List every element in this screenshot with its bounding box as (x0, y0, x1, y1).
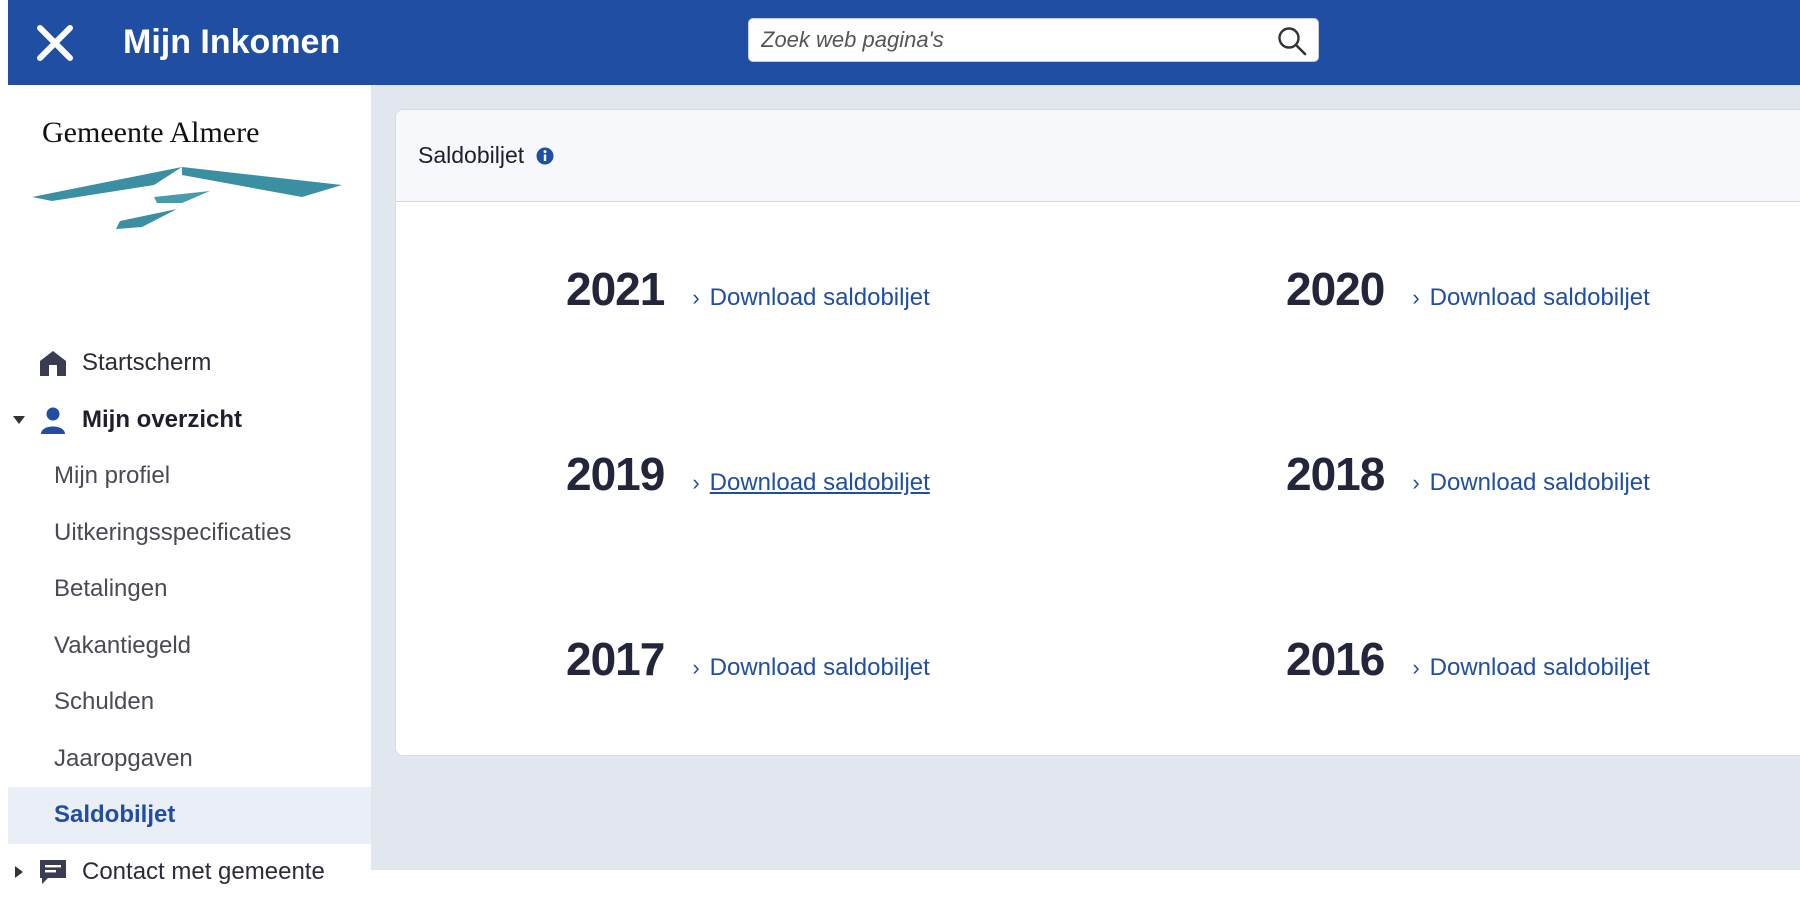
year-label: 2020 (1286, 262, 1384, 316)
year-label: 2017 (566, 632, 664, 686)
sidebar-item-label: Contact met gemeente (82, 858, 325, 886)
sidebar-item-vakantiegeld[interactable]: Vakantiegeld (8, 618, 371, 675)
user-icon (38, 405, 68, 435)
main-content: Saldobiljet 2021 › Download saldobiljet … (371, 85, 1800, 870)
year-label: 2018 (1286, 447, 1384, 501)
year-cell-2020: 2020 › Download saldobiljet (1286, 262, 1650, 316)
sidebar-item-jaaropgaven[interactable]: Jaaropgaven (8, 731, 371, 788)
year-label: 2021 (566, 262, 664, 316)
sidebar-item-label: Mijn profiel (54, 462, 170, 490)
sidebar-item-label: Mijn overzicht (82, 406, 242, 434)
sidebar-item-label: Saldobiljet (54, 801, 175, 829)
year-label: 2019 (566, 447, 664, 501)
year-cell-2017: 2017 › Download saldobiljet (566, 632, 930, 686)
year-cell-2018: 2018 › Download saldobiljet (1286, 447, 1650, 501)
caret-right-icon[interactable] (12, 865, 26, 879)
sidebar-item-betalingen[interactable]: Betalingen (8, 561, 371, 618)
chevron-right-icon: › (1412, 470, 1419, 496)
sidebar-item-startscherm[interactable]: Startscherm (8, 335, 371, 392)
search-icon[interactable] (1276, 25, 1308, 57)
card-title: Saldobiljet (418, 142, 524, 169)
close-icon[interactable] (32, 20, 78, 66)
sidebar-item-saldobiljet[interactable]: Saldobiljet (8, 787, 371, 844)
search-input[interactable] (749, 19, 1269, 61)
card-header: Saldobiljet (396, 110, 1800, 202)
saldobiljet-card: Saldobiljet 2021 › Download saldobiljet … (395, 109, 1800, 756)
sidebar-item-label: Schulden (54, 688, 154, 716)
search-box (748, 18, 1319, 62)
year-cell-2021: 2021 › Download saldobiljet (566, 262, 930, 316)
sidebar-item-label: Startscherm (82, 349, 211, 377)
sidebar-nav: Startscherm Mijn overzicht Mijn profiel … (8, 335, 371, 900)
sidebar-item-label: Vakantiegeld (54, 632, 191, 660)
chevron-right-icon: › (1412, 285, 1419, 311)
year-cell-2016: 2016 › Download saldobiljet (1286, 632, 1650, 686)
home-icon (38, 348, 68, 378)
download-saldobiljet-2017-link[interactable]: › Download saldobiljet (692, 654, 929, 682)
sidebar: Gemeente Almere Startscherm Mijn overzic (8, 85, 371, 870)
sidebar-item-mijn-profiel[interactable]: Mijn profiel (8, 448, 371, 505)
brand-name: Gemeente Almere (42, 115, 362, 151)
sidebar-item-uitkeringsspecificaties[interactable]: Uitkeringsspecificaties (8, 505, 371, 562)
sidebar-item-contact[interactable]: Contact met gemeente (8, 844, 371, 900)
sidebar-item-label: Uitkeringsspecificaties (54, 519, 291, 547)
info-icon[interactable] (536, 147, 554, 165)
chat-icon (38, 857, 68, 887)
sidebar-item-label: Jaaropgaven (54, 745, 193, 773)
almere-logo-icon (32, 163, 352, 241)
brand: Gemeente Almere (42, 115, 362, 151)
download-saldobiljet-2019-link[interactable]: › Download saldobiljet (692, 469, 929, 497)
download-saldobiljet-2021-link[interactable]: › Download saldobiljet (692, 284, 929, 312)
download-saldobiljet-2018-link[interactable]: › Download saldobiljet (1412, 469, 1649, 497)
app-title: Mijn Inkomen (123, 20, 340, 64)
sidebar-item-label: Betalingen (54, 575, 167, 603)
chevron-right-icon: › (692, 655, 699, 681)
download-saldobiljet-2016-link[interactable]: › Download saldobiljet (1412, 654, 1649, 682)
caret-down-icon[interactable] (12, 413, 26, 427)
sidebar-item-schulden[interactable]: Schulden (8, 674, 371, 731)
year-label: 2016 (1286, 632, 1384, 686)
download-saldobiljet-2020-link[interactable]: › Download saldobiljet (1412, 284, 1649, 312)
top-bar: Mijn Inkomen (8, 0, 1800, 85)
chevron-right-icon: › (1412, 655, 1419, 681)
chevron-right-icon: › (692, 470, 699, 496)
sidebar-item-mijn-overzicht[interactable]: Mijn overzicht (8, 392, 371, 449)
year-cell-2019: 2019 › Download saldobiljet (566, 447, 930, 501)
chevron-right-icon: › (692, 285, 699, 311)
